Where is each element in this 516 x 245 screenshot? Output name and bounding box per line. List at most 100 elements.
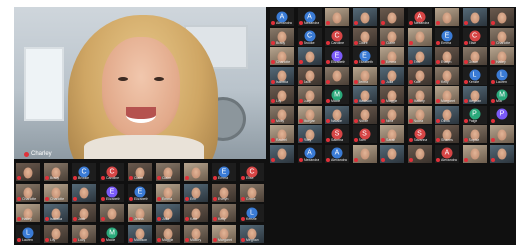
- participant-tile[interactable]: Lily: [44, 224, 68, 243]
- participant-tile[interactable]: Grace: [240, 183, 264, 202]
- participant-tile[interactable]: [270, 144, 294, 163]
- participant-tile[interactable]: C Brooke: [72, 163, 96, 181]
- participant-tile[interactable]: Sophia: [462, 125, 487, 143]
- participant-tile[interactable]: Kate: [184, 204, 208, 222]
- participant-tile[interactable]: Hailey: [16, 204, 40, 222]
- participant-tile[interactable]: M Mia: [490, 86, 514, 104]
- participant-tile[interactable]: A Alexandra: [297, 144, 322, 163]
- participant-tile[interactable]: Jack: [72, 204, 96, 222]
- participant-tile[interactable]: P: [490, 105, 514, 124]
- participant-tile[interactable]: C Elise: [240, 163, 264, 181]
- participant-tile[interactable]: Jenna: [128, 204, 152, 222]
- participant-tile[interactable]: Maggie: [156, 224, 180, 243]
- participant-tile[interactable]: E Emma: [212, 163, 236, 181]
- participant-tile[interactable]: Olivia: [435, 105, 459, 124]
- participant-tile[interactable]: Molly: [270, 105, 294, 124]
- participant-tile[interactable]: [72, 183, 96, 202]
- participant-tile[interactable]: Brady: [270, 27, 294, 46]
- participant-tile[interactable]: [352, 8, 377, 26]
- participant-tile[interactable]: Emma: [156, 183, 180, 202]
- participant-tile[interactable]: C Caroline: [100, 163, 124, 181]
- participant-tile[interactable]: Emma: [380, 47, 404, 65]
- participant-tile[interactable]: [325, 66, 349, 85]
- participant-tile[interactable]: Charlotte: [44, 183, 68, 202]
- participant-tile[interactable]: Claire: [156, 163, 180, 181]
- participant-tile[interactable]: C Brooke: [297, 27, 322, 46]
- participant-tile[interactable]: [380, 144, 404, 163]
- participant-tile[interactable]: [297, 47, 322, 65]
- participant-tile[interactable]: Natalie: [325, 105, 349, 124]
- participant-tile[interactable]: Charlotte: [270, 47, 294, 65]
- participant-tile[interactable]: [352, 144, 377, 163]
- participant-tile[interactable]: Hailey: [490, 47, 514, 65]
- participant-tile[interactable]: Lily: [270, 86, 294, 104]
- participant-tile[interactable]: E Elizabeth: [128, 183, 152, 202]
- participant-tile[interactable]: Meghan: [240, 224, 264, 243]
- participant-tile[interactable]: L Kenzie: [240, 204, 264, 222]
- participant-tile[interactable]: [184, 163, 208, 181]
- participant-tile[interactable]: Julia: [156, 204, 180, 222]
- participant-tile[interactable]: A Alexandra: [297, 8, 322, 26]
- participant-tile[interactable]: [462, 144, 487, 163]
- participant-tile[interactable]: [16, 163, 40, 181]
- participant-tile[interactable]: [407, 144, 432, 163]
- participant-tile[interactable]: Nicole: [352, 105, 377, 124]
- participant-tile[interactable]: Jenna: [352, 66, 377, 85]
- participant-tile[interactable]: Erin: [184, 183, 208, 202]
- participant-tile[interactable]: P Paige: [462, 105, 487, 124]
- participant-tile[interactable]: Isabella: [270, 66, 294, 85]
- participant-tile[interactable]: Kelly: [435, 66, 459, 85]
- participant-tile[interactable]: L Lauren: [16, 224, 40, 243]
- participant-tile[interactable]: Madison: [128, 224, 152, 243]
- participant-tile[interactable]: [380, 8, 404, 26]
- participant-tile[interactable]: Charlotte: [490, 27, 514, 46]
- participant-tile[interactable]: Maggie: [380, 86, 404, 104]
- participant-tile[interactable]: [100, 204, 124, 222]
- participant-tile[interactable]: Grace: [462, 47, 487, 65]
- participant-tile[interactable]: Kate: [407, 66, 432, 85]
- participant-tile[interactable]: Nina: [380, 105, 404, 124]
- participant-tile[interactable]: Sarah: [380, 125, 404, 143]
- participant-tile[interactable]: Kelly: [212, 204, 236, 222]
- participant-tile[interactable]: Meghan: [462, 86, 487, 104]
- participant-tile[interactable]: Mallory: [407, 86, 432, 104]
- participant-tile[interactable]: [407, 27, 432, 46]
- participant-tile[interactable]: Evelyn: [212, 183, 236, 202]
- participant-tile[interactable]: S Sabrina: [325, 125, 349, 143]
- participant-tile[interactable]: Mallory: [184, 224, 208, 243]
- participant-tile[interactable]: A Alexandra: [325, 144, 349, 163]
- participant-tile[interactable]: Lucy: [72, 224, 96, 243]
- participant-tile[interactable]: [325, 8, 349, 26]
- participant-tile[interactable]: [490, 144, 514, 163]
- participant-tile[interactable]: E Elizabeth: [100, 183, 124, 202]
- participant-tile[interactable]: Morgan: [297, 105, 322, 124]
- participant-tile[interactable]: M Macie: [325, 86, 349, 104]
- participant-tile[interactable]: [462, 8, 487, 26]
- participant-tile[interactable]: Jack: [297, 66, 322, 85]
- participant-tile[interactable]: [435, 8, 459, 26]
- participant-tile[interactable]: Riley: [297, 125, 322, 143]
- participant-tile[interactable]: Noura: [407, 105, 432, 124]
- participant-tile[interactable]: S Savanna: [407, 125, 432, 143]
- participant-tile[interactable]: Claire: [380, 27, 404, 46]
- participant-tile[interactable]: S Sam: [352, 125, 377, 143]
- participant-tile[interactable]: Brady: [44, 163, 68, 181]
- participant-tile[interactable]: A Alexandra: [407, 8, 432, 26]
- participant-tile[interactable]: Margaret: [435, 86, 459, 104]
- participant-tile[interactable]: [490, 8, 514, 26]
- participant-tile[interactable]: C Caroline: [325, 27, 349, 46]
- participant-tile[interactable]: [490, 125, 514, 143]
- participant-tile[interactable]: E Emma: [435, 27, 459, 46]
- participant-tile[interactable]: Claire: [352, 27, 377, 46]
- participant-tile[interactable]: Julia: [380, 66, 404, 85]
- participant-tile[interactable]: A Alexandra: [270, 8, 294, 26]
- participant-tile[interactable]: A Alexandra: [435, 144, 459, 163]
- participant-tile[interactable]: L Lauren: [490, 66, 514, 85]
- participant-tile[interactable]: E Elizabeth: [325, 47, 349, 65]
- participant-tile[interactable]: Evelyn: [435, 47, 459, 65]
- participant-tile[interactable]: Claire: [128, 163, 152, 181]
- participant-tile[interactable]: Erin: [407, 47, 432, 65]
- participant-tile[interactable]: Rachel: [270, 125, 294, 143]
- participant-tile[interactable]: C Elise: [462, 27, 487, 46]
- participant-tile[interactable]: Margaret: [212, 224, 236, 243]
